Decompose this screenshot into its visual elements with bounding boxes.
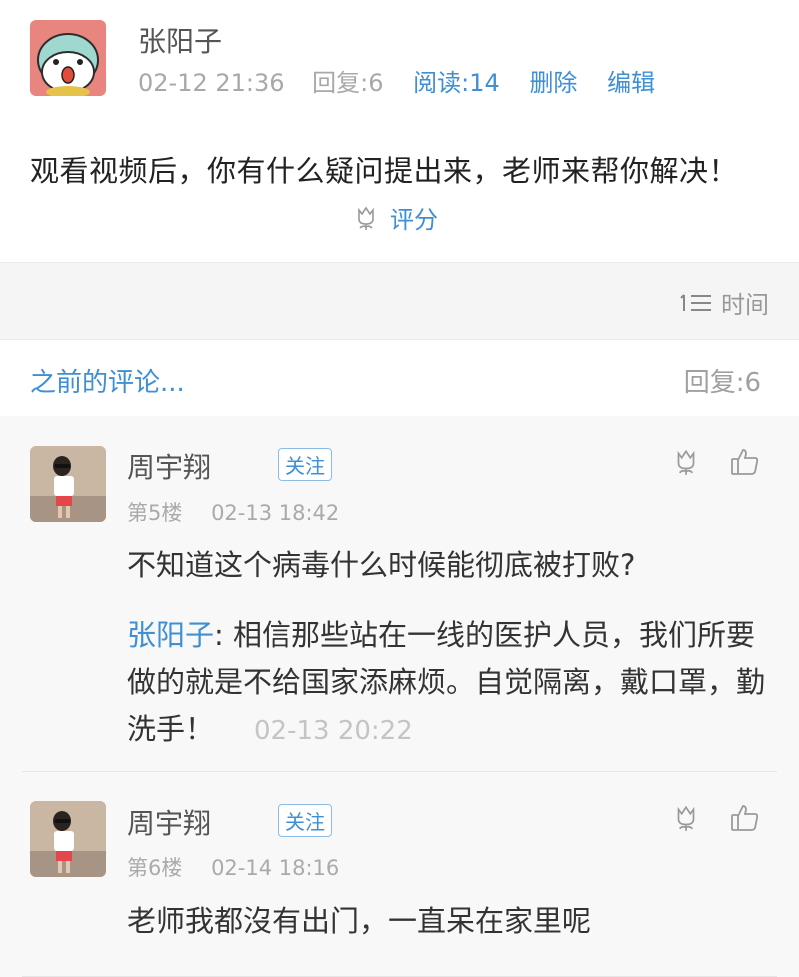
sort-list-icon — [680, 293, 711, 311]
comment-text: 老师我都沒有出门，一直呆在家里呢 — [127, 904, 592, 938]
reply-text: : 相信那些站在一线的医护人员，我们所要做的就是不给国家添麻烦。自觉隔离，戴口罩… — [127, 618, 766, 746]
comment-text: 不知道这个病毒什么时候能彻底被打败? — [127, 548, 636, 582]
post-author-name[interactable]: 张阳子 — [138, 20, 222, 60]
previous-comments-link[interactable]: 之前的评论... — [30, 362, 185, 399]
previous-reply-count: 回复:6 — [683, 368, 761, 398]
commenter-name[interactable]: 周宇翔 — [127, 446, 211, 486]
previous-comments-bar: 之前的评论... 回复:6 — [0, 339, 799, 417]
author-avatar[interactable] — [30, 20, 106, 96]
comment-meta: 第5楼 02-13 18:42 — [127, 497, 339, 527]
sort-by-time-button[interactable]: 时间 — [679, 285, 769, 320]
floor-number: 第6楼 — [127, 856, 183, 880]
reply-author[interactable]: 张阳子 — [127, 618, 214, 652]
floor-number: 第5楼 — [127, 501, 183, 525]
post-reply-count: 回复:6 — [312, 69, 384, 97]
sort-bar: 时间 — [0, 262, 799, 339]
post-read-count: 阅读:14 — [413, 69, 500, 97]
reply-block: 张阳子: 相信那些站在一线的医护人员，我们所要做的就是不给国家添麻烦。自觉隔离，… — [127, 612, 767, 755]
flower-icon[interactable] — [671, 446, 701, 478]
edit-link[interactable]: 编辑 — [607, 63, 655, 98]
post-card: 张阳子 02-12 21:36 回复:6 阅读:14 删除 编辑 观看视频后，你… — [0, 0, 799, 262]
comment-item: 周宇翔 关注 第6楼 02-14 18:16 老师我都沒有出门，一直呆在家里呢 — [0, 772, 799, 977]
post-date: 02-12 21:36 — [138, 69, 285, 97]
post-content: 观看视频后，你有什么疑问提出来，老师来帮你解决！ — [30, 154, 739, 188]
comment-actions — [671, 446, 761, 478]
delete-link[interactable]: 删除 — [529, 63, 577, 98]
rate-label: 评分 — [390, 206, 438, 234]
commenter-avatar[interactable] — [30, 446, 106, 522]
comment-date: 02-14 18:16 — [211, 856, 340, 880]
rate-button[interactable]: 评分 — [352, 200, 438, 235]
thumbs-up-icon[interactable] — [729, 802, 761, 834]
comment-date: 02-13 18:42 — [211, 501, 340, 525]
commenter-avatar[interactable] — [30, 801, 106, 877]
comment-item: 周宇翔 关注 第5楼 02-13 18:42 不知道这个病毒什么时候能彻底被打败… — [0, 416, 799, 772]
comment-meta: 第6楼 02-14 18:16 — [127, 852, 339, 882]
follow-button[interactable]: 关注 — [278, 804, 332, 837]
flower-icon[interactable] — [671, 802, 701, 834]
post-meta: 02-12 21:36 回复:6 阅读:14 删除 编辑 — [138, 63, 655, 98]
comment-actions — [671, 802, 761, 834]
thumbs-up-icon[interactable] — [729, 446, 761, 478]
follow-button[interactable]: 关注 — [278, 448, 332, 481]
flower-icon — [358, 206, 374, 230]
commenter-name[interactable]: 周宇翔 — [127, 802, 211, 842]
sort-label: 时间 — [721, 291, 769, 319]
reply-time: 02-13 20:22 — [254, 716, 413, 746]
